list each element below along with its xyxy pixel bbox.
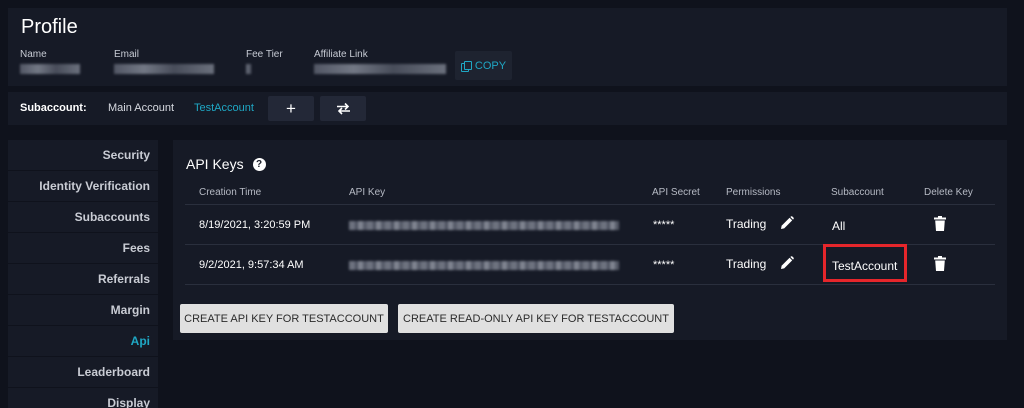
add-subaccount-button[interactable]: + bbox=[268, 96, 314, 121]
table-divider bbox=[185, 284, 995, 285]
header-permissions: Permissions bbox=[726, 187, 781, 198]
profile-card: Profile Name Email Fee Tier Affiliate Li… bbox=[8, 8, 1007, 86]
permissions: Trading bbox=[726, 257, 767, 271]
sidebar-item-leaderboard[interactable]: Leaderboard bbox=[8, 357, 158, 388]
sidebar-item-display[interactable]: Display bbox=[8, 388, 158, 408]
api-key-redacted bbox=[349, 221, 619, 230]
subaccount-highlight-box bbox=[823, 244, 907, 282]
email-value-redacted bbox=[114, 64, 214, 74]
edit-permissions-pencil-icon[interactable] bbox=[780, 216, 794, 230]
header-api-key: API Key bbox=[349, 187, 386, 198]
page-title: Profile bbox=[21, 16, 78, 38]
creation-time: 8/19/2021, 3:20:59 PM bbox=[199, 219, 311, 231]
copy-icon bbox=[460, 60, 472, 72]
sidebar-item-referrals[interactable]: Referrals bbox=[8, 264, 158, 295]
create-readonly-api-key-button[interactable]: CREATE READ-ONLY API KEY FOR TESTACCOUNT bbox=[398, 304, 674, 333]
delete-key-trash-icon[interactable] bbox=[934, 256, 946, 271]
sidebar-item-subaccounts[interactable]: Subaccounts bbox=[8, 202, 158, 233]
sidebar-item-api[interactable]: Api bbox=[8, 326, 158, 357]
edit-permissions-pencil-icon[interactable] bbox=[780, 256, 794, 270]
header-api-secret: API Secret bbox=[652, 187, 700, 198]
sidebar-item-margin[interactable]: Margin bbox=[8, 295, 158, 326]
copy-button[interactable]: COPY bbox=[455, 51, 512, 80]
plus-icon: + bbox=[286, 99, 296, 118]
delete-key-trash-icon[interactable] bbox=[934, 216, 946, 231]
subaccount-bar: Subaccount: Main Account TestAccount + bbox=[8, 92, 1007, 125]
permissions: Trading bbox=[726, 217, 767, 231]
help-icon[interactable]: ? bbox=[252, 157, 266, 171]
subaccount-option-main[interactable]: Main Account bbox=[108, 102, 174, 114]
fee-tier-value-redacted bbox=[246, 64, 251, 74]
affiliate-link-label: Affiliate Link bbox=[314, 49, 368, 60]
api-secret: ***** bbox=[653, 219, 675, 231]
subaccount-option-testaccount[interactable]: TestAccount bbox=[194, 102, 254, 114]
api-keys-panel: API Keys ? Creation Time API Key API Sec… bbox=[173, 140, 1007, 340]
switch-subaccount-button[interactable] bbox=[320, 96, 366, 121]
header-creation-time: Creation Time bbox=[199, 187, 262, 198]
header-delete-key: Delete Key bbox=[924, 187, 973, 198]
header-subaccount: Subaccount bbox=[831, 187, 884, 198]
api-secret: ***** bbox=[653, 259, 675, 271]
fee-tier-label: Fee Tier bbox=[246, 49, 283, 60]
creation-time: 9/2/2021, 9:57:34 AM bbox=[199, 259, 304, 271]
sidebar-item-fees[interactable]: Fees bbox=[8, 233, 158, 264]
create-api-key-button[interactable]: CREATE API KEY FOR TESTACCOUNT bbox=[180, 304, 388, 333]
api-keys-heading: API Keys ? bbox=[186, 156, 266, 172]
settings-sidebar: Security Identity Verification Subaccoun… bbox=[8, 140, 158, 408]
name-label: Name bbox=[20, 49, 47, 60]
copy-label: COPY bbox=[474, 59, 507, 72]
affiliate-link-value-redacted bbox=[314, 64, 446, 74]
api-key-redacted bbox=[349, 261, 619, 270]
swap-arrows-icon bbox=[336, 102, 350, 115]
table-divider bbox=[185, 204, 995, 205]
subaccount-value: All bbox=[832, 219, 846, 233]
sidebar-item-identity-verification[interactable]: Identity Verification bbox=[8, 171, 158, 202]
email-label: Email bbox=[114, 49, 140, 60]
name-value-redacted bbox=[20, 64, 80, 74]
subaccount-label: Subaccount: bbox=[20, 102, 87, 114]
api-keys-title: API Keys bbox=[186, 156, 244, 172]
sidebar-item-security[interactable]: Security bbox=[8, 140, 158, 171]
